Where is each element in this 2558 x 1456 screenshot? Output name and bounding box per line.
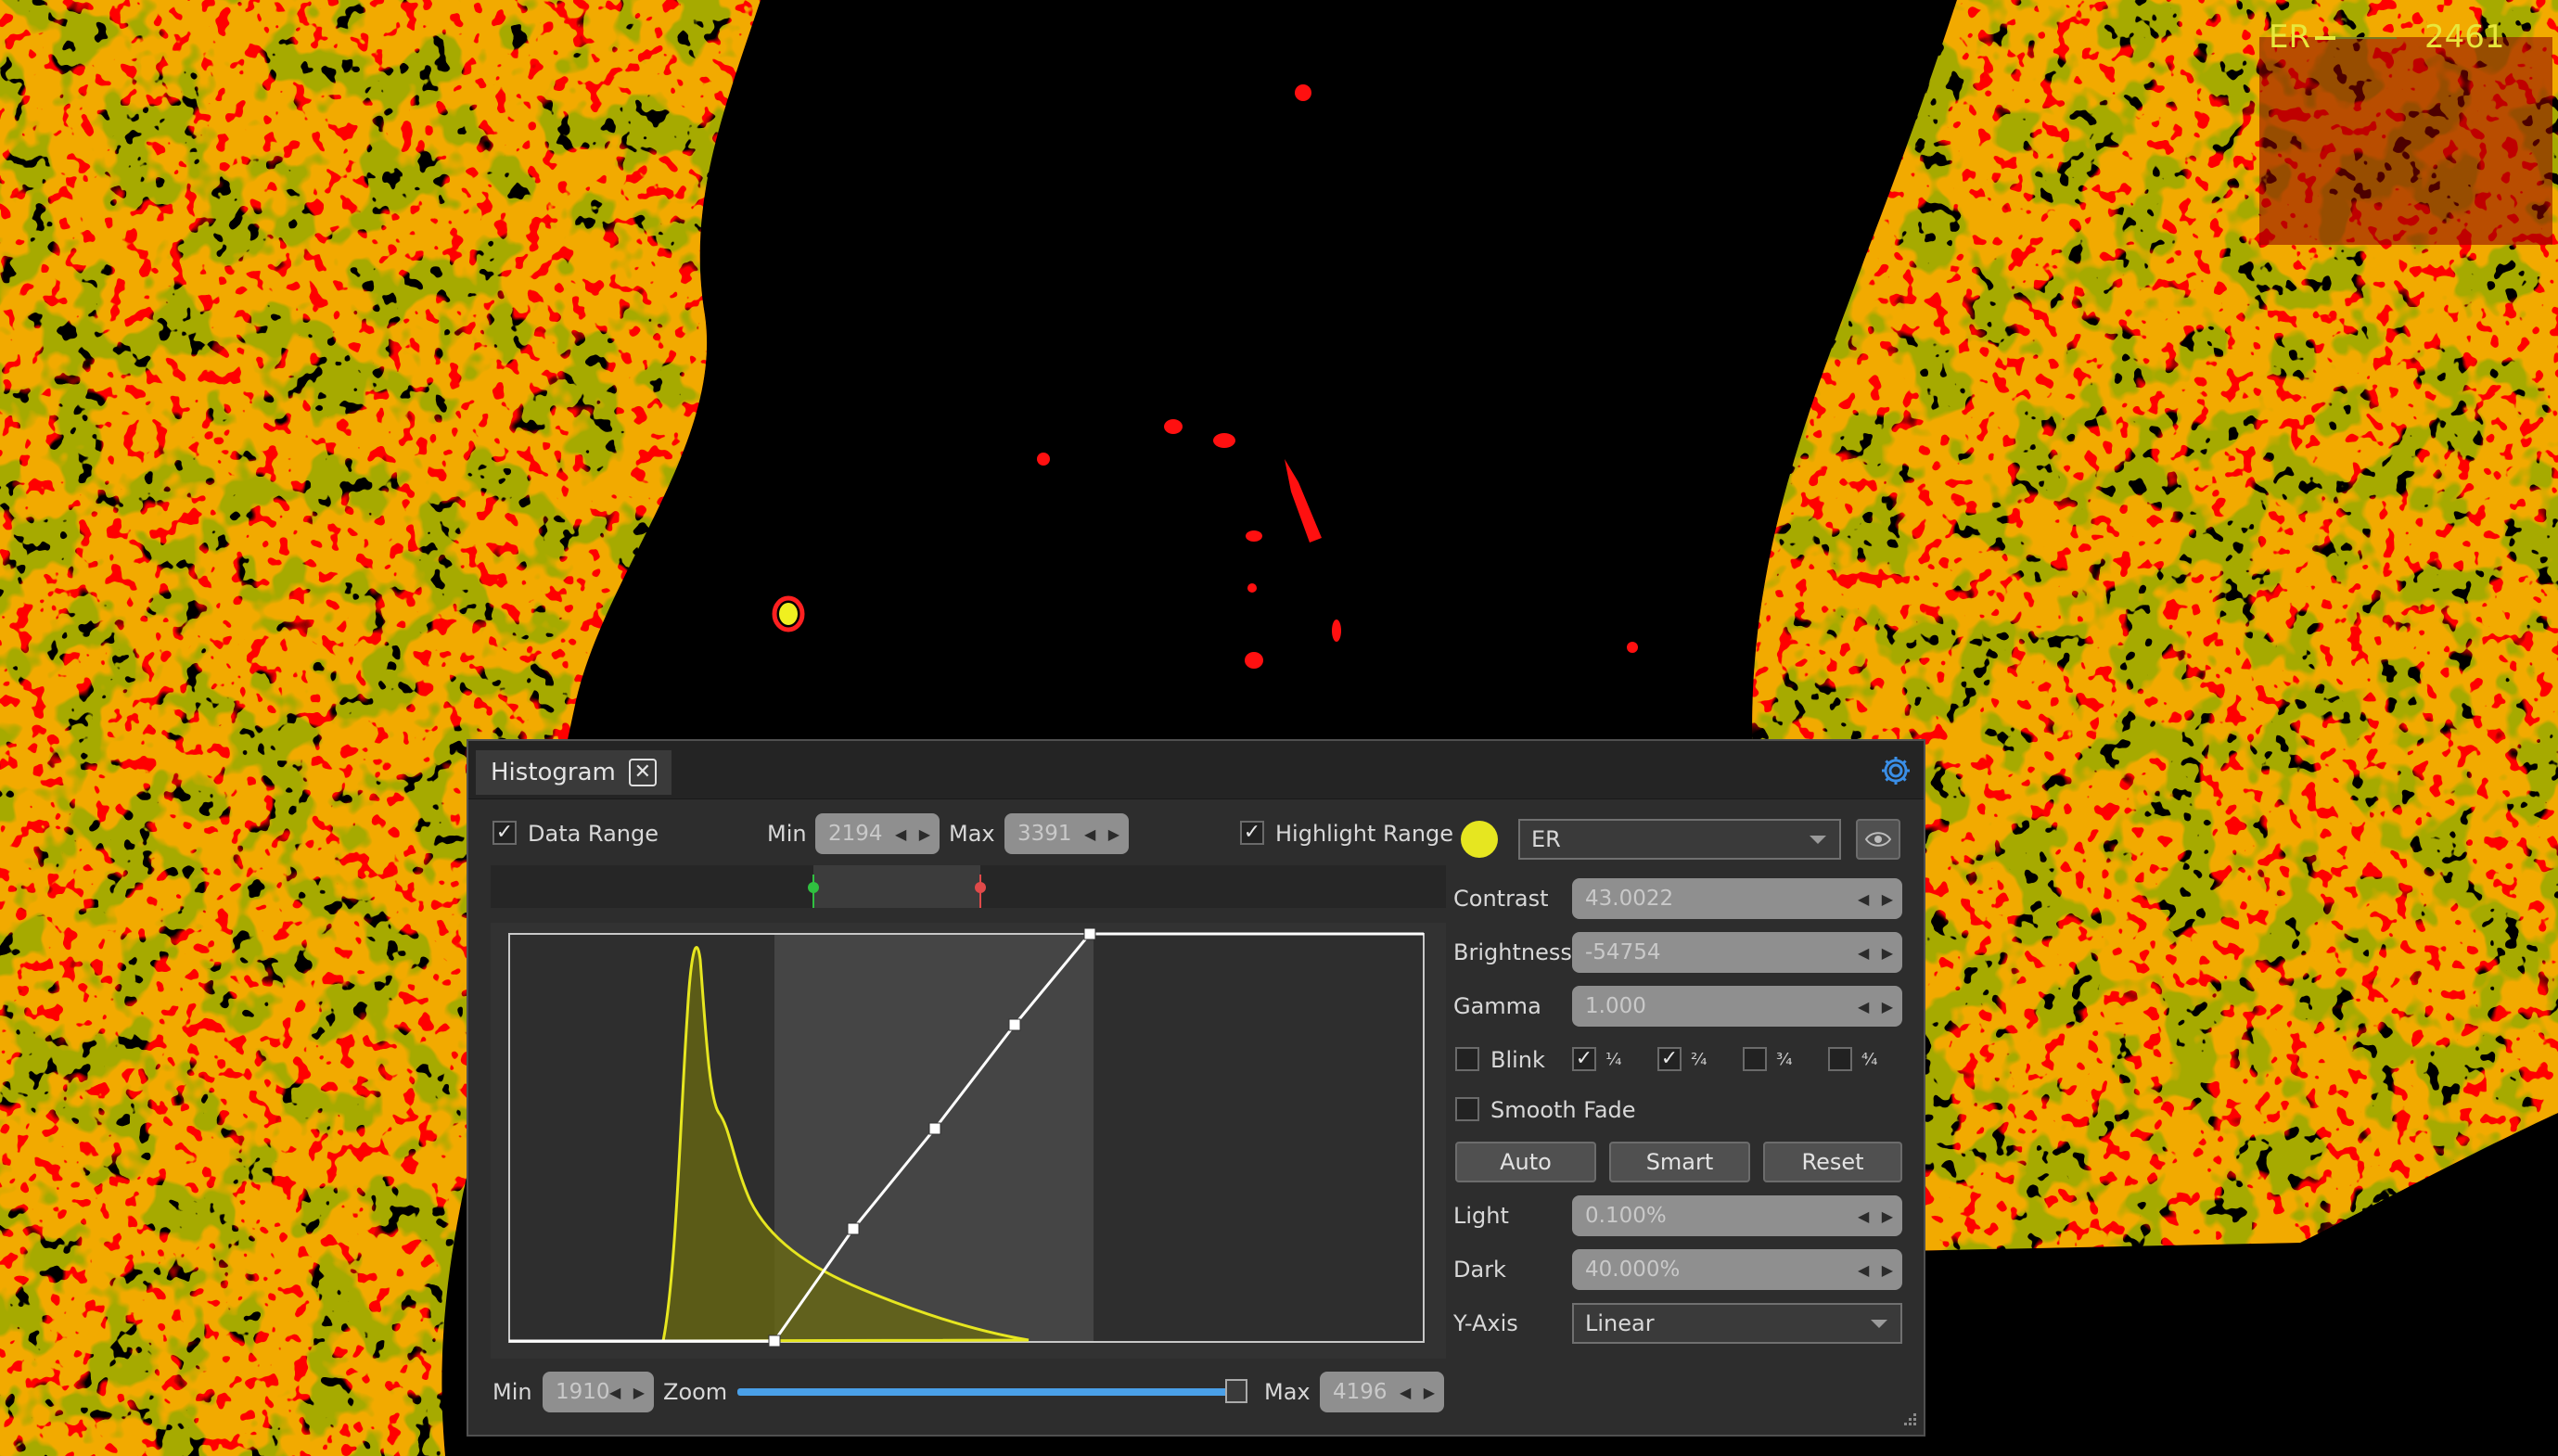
quarter-4-checkbox[interactable] <box>1828 1047 1852 1071</box>
data-range-label: Data Range <box>528 821 659 847</box>
y-axis-value: Linear <box>1585 1310 1655 1336</box>
spin-arrows-icon[interactable]: ◀ ▶ <box>1858 944 1902 962</box>
tab-histogram[interactable]: Histogram ✕ <box>476 750 671 795</box>
chevron-down-icon <box>1810 836 1826 844</box>
spin-arrows-icon[interactable]: ◀ ▶ <box>1858 1261 1902 1279</box>
curve-handle[interactable] <box>847 1222 860 1235</box>
overlay-value: 2461 <box>2424 19 2505 56</box>
contrast-value: 43.0022 <box>1585 887 1674 911</box>
blink-label: Blink <box>1490 1047 1545 1073</box>
dark-spinbox[interactable]: 40.000% ◀ ▶ <box>1572 1249 1902 1290</box>
channel-select-value: ER <box>1531 826 1561 852</box>
spin-arrows-icon[interactable]: ◀ ▶ <box>1858 890 1902 908</box>
auto-button[interactable]: Auto <box>1455 1142 1596 1182</box>
quarter-2-checkbox[interactable]: ✓ <box>1657 1047 1682 1071</box>
curve-handle[interactable] <box>768 1335 781 1347</box>
blink-checkbox[interactable] <box>1455 1047 1479 1071</box>
max-value: 3391 <box>1017 822 1072 846</box>
quarter-3-checkbox[interactable] <box>1743 1047 1767 1071</box>
zoom-max-value: 4196 <box>1333 1380 1388 1404</box>
highlight-range-checkbox[interactable]: ✓ <box>1240 821 1264 845</box>
gear-icon[interactable] <box>1879 754 1912 787</box>
overlay-channel-name: ER <box>2269 19 2311 56</box>
reset-button[interactable]: Reset <box>1763 1142 1902 1182</box>
zoom-min-spinbox[interactable]: 1910 ◀ ▶ <box>543 1372 654 1412</box>
brightness-spinbox[interactable]: -54754 ◀ ▶ <box>1572 932 1902 973</box>
quarter-1-label: ¹⁄₄ <box>1605 1050 1622 1069</box>
smooth-fade-checkbox[interactable] <box>1455 1097 1479 1121</box>
overlay-channel-line <box>2315 36 2397 40</box>
quarter-2-label: ²⁄₄ <box>1691 1050 1707 1069</box>
range-min-handle[interactable] <box>808 882 819 893</box>
highlight-range-label: Highlight Range <box>1275 821 1454 847</box>
contrast-label: Contrast <box>1453 886 1549 912</box>
range-max-handle[interactable] <box>975 882 986 893</box>
spin-arrows-icon[interactable]: ◀ ▶ <box>895 825 940 843</box>
spin-arrows-icon[interactable]: ◀ ▶ <box>1400 1384 1444 1401</box>
panel-titlebar: Histogram ✕ <box>468 741 1924 799</box>
visibility-toggle-button[interactable] <box>1856 819 1900 860</box>
zoom-max-label: Max <box>1264 1379 1311 1405</box>
histogram-plot[interactable] <box>491 923 1446 1359</box>
zoom-slider-track[interactable] <box>737 1388 1246 1396</box>
y-axis-select[interactable]: Linear <box>1572 1303 1902 1344</box>
quarter-4-label: ⁴⁄₄ <box>1861 1050 1878 1069</box>
contrast-spinbox[interactable]: 43.0022 ◀ ▶ <box>1572 878 1902 919</box>
max-label: Max <box>949 821 995 847</box>
tab-title: Histogram <box>491 759 616 786</box>
light-label: Light <box>1453 1203 1509 1229</box>
spin-arrows-icon[interactable]: ◀ ▶ <box>1858 998 1902 1015</box>
zoom-label: Zoom <box>663 1379 728 1405</box>
zoom-slider-handle[interactable] <box>1225 1379 1247 1403</box>
curve-handle[interactable] <box>1083 927 1096 940</box>
min-label: Min <box>767 821 807 847</box>
data-range-checkbox[interactable]: ✓ <box>492 821 517 845</box>
channel-select[interactable]: ER <box>1518 819 1841 860</box>
zoom-min-value: 1910 <box>556 1380 609 1404</box>
brightness-label: Brightness <box>1453 939 1572 965</box>
histogram-graphic <box>491 923 1446 1359</box>
light-spinbox[interactable]: 0.100% ◀ ▶ <box>1572 1195 1902 1236</box>
spin-arrows-icon[interactable]: ◀ ▶ <box>1084 825 1129 843</box>
min-spinbox[interactable]: 2194 ◀ ▶ <box>815 813 940 854</box>
spin-arrows-icon[interactable]: ◀ ▶ <box>1858 1207 1902 1225</box>
histogram-panel: Histogram ✕ ✓ Data Range Min 2194 ◀ ▶ Max… <box>467 739 1925 1437</box>
smart-button[interactable]: Smart <box>1609 1142 1750 1182</box>
dark-value: 40.000% <box>1585 1258 1681 1282</box>
y-axis-label: Y-Axis <box>1453 1310 1518 1336</box>
chevron-down-icon <box>1871 1320 1887 1328</box>
eye-icon <box>1864 832 1892 847</box>
resize-grip-icon[interactable] <box>1898 1409 1918 1429</box>
curve-handle[interactable] <box>1008 1018 1021 1031</box>
quarter-1-checkbox[interactable]: ✓ <box>1572 1047 1596 1071</box>
channel-color-swatch[interactable] <box>1461 821 1498 858</box>
gamma-label: Gamma <box>1453 993 1541 1019</box>
spin-arrows-icon[interactable]: ◀ ▶ <box>609 1384 654 1401</box>
close-icon[interactable]: ✕ <box>628 759 657 786</box>
gamma-spinbox[interactable]: 1.000 ◀ ▶ <box>1572 986 1902 1027</box>
curve-handle[interactable] <box>928 1122 941 1135</box>
max-spinbox[interactable]: 3391 ◀ ▶ <box>1004 813 1129 854</box>
quarter-3-label: ³⁄₄ <box>1776 1050 1793 1069</box>
smooth-fade-label: Smooth Fade <box>1490 1097 1636 1123</box>
zoom-min-label: Min <box>492 1379 532 1405</box>
min-value: 2194 <box>828 822 883 846</box>
light-value: 0.100% <box>1585 1204 1667 1228</box>
range-bar-graphic <box>808 865 986 908</box>
zoom-max-spinbox[interactable]: 4196 ◀ ▶ <box>1320 1372 1444 1412</box>
brightness-value: -54754 <box>1585 940 1661 964</box>
range-bar[interactable] <box>491 865 1446 908</box>
gamma-value: 1.000 <box>1585 994 1646 1018</box>
dark-label: Dark <box>1453 1257 1506 1283</box>
